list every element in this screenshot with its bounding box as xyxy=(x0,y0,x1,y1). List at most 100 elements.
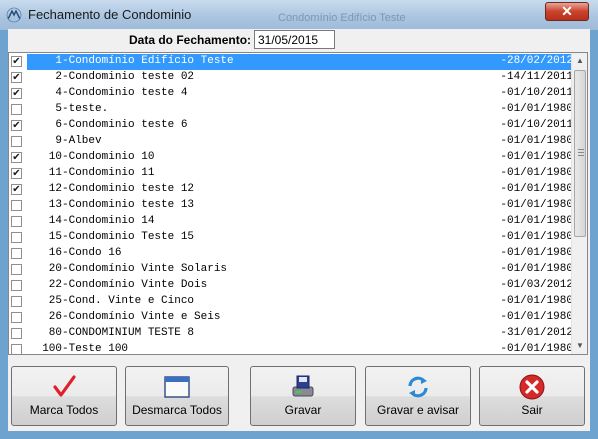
app-window: Fechamento de Condominio Condomínio Edif… xyxy=(0,0,598,439)
last-closing-date: -01/03/2012 xyxy=(500,279,573,291)
scroll-thumb[interactable] xyxy=(574,70,586,237)
save-and-notify-label: Gravar e avisar xyxy=(376,403,460,417)
last-closing-date: -01/01/1980 xyxy=(500,167,573,179)
list-item[interactable]: 9-Albev -01/01/1980 xyxy=(9,134,573,150)
mark-all-label: Marca Todos xyxy=(29,403,99,417)
row-checkbox[interactable] xyxy=(11,136,22,147)
condominium-name: 100-Teste 100 xyxy=(29,343,129,355)
condominium-name: 25-Cond. Vinte e Cinco xyxy=(29,295,195,307)
condominium-name: 4-Condominio teste 4 xyxy=(29,87,188,99)
exit-label: Sair xyxy=(521,403,543,417)
row-checkbox[interactable] xyxy=(11,312,22,323)
last-closing-date: -01/01/1980 xyxy=(500,183,573,195)
list-item[interactable]: ✔ 1-Condomínio Edifício Teste -28/02/2012 xyxy=(9,54,573,70)
list-item[interactable]: 20-Condomínio Vinte Solaris -01/01/1980 xyxy=(9,262,573,278)
condominium-name: 12-Condominio teste 12 xyxy=(29,183,195,195)
row-checkbox[interactable] xyxy=(11,296,22,307)
condominium-name: 22-Condomínio Vinte Dois xyxy=(29,279,208,291)
last-closing-date: -01/01/1980 xyxy=(500,343,573,355)
last-closing-date: -01/01/1980 xyxy=(500,295,573,307)
condominium-name: 2-Condominio teste 02 xyxy=(29,71,195,83)
condominium-name: 10-Condominio 10 xyxy=(29,151,155,163)
last-closing-date: -01/01/1980 xyxy=(500,103,573,115)
title-bar[interactable]: Fechamento de Condominio Condomínio Edif… xyxy=(0,0,598,30)
list-item[interactable]: 25-Cond. Vinte e Cinco -01/01/1980 xyxy=(9,294,573,310)
row-checkbox[interactable]: ✔ xyxy=(11,168,22,179)
unmark-all-button[interactable]: Desmarca Todos xyxy=(125,366,229,426)
condominium-name: 15-Condominio Teste 15 xyxy=(29,231,195,243)
closing-date-input[interactable] xyxy=(254,30,335,49)
window-title: Fechamento de Condominio xyxy=(28,7,192,22)
condominium-name: 11-Condominio 11 xyxy=(29,167,155,179)
row-checkbox[interactable]: ✔ xyxy=(11,152,22,163)
unmark-all-label: Desmarca Todos xyxy=(132,403,222,417)
row-checkbox[interactable] xyxy=(11,248,22,259)
row-checkbox[interactable]: ✔ xyxy=(11,120,22,131)
list-item[interactable]: 100-Teste 100 -01/01/1980 xyxy=(9,342,573,355)
list-item[interactable]: 14-Condominio 14 -01/01/1980 xyxy=(9,214,573,230)
last-closing-date: -01/01/1980 xyxy=(500,311,573,323)
save-label: Gravar xyxy=(284,403,322,417)
last-closing-date: -01/01/1980 xyxy=(500,151,573,163)
save-button[interactable]: Gravar xyxy=(250,366,356,426)
row-checkbox[interactable] xyxy=(11,200,22,211)
condominium-name: 20-Condomínio Vinte Solaris xyxy=(29,263,228,275)
last-closing-date: -01/01/1980 xyxy=(500,263,573,275)
list-item[interactable]: ✔ 12-Condominio teste 12 -01/01/1980 xyxy=(9,182,573,198)
save-and-notify-button[interactable]: Gravar e avisar xyxy=(365,366,471,426)
list-item[interactable]: 80-CONDOMINIUM TESTE 8 -31/01/2012 xyxy=(9,326,573,342)
condominium-name: 6-Condominio teste 6 xyxy=(29,119,188,131)
list-item[interactable]: 26-Condomínio Vinte e Seis -01/01/1980 xyxy=(9,310,573,326)
condominium-checklist[interactable]: ✔ 1-Condomínio Edifício Teste -28/02/2012… xyxy=(8,52,588,355)
exit-icon xyxy=(519,374,545,400)
last-closing-date: -31/01/2012 xyxy=(500,327,573,339)
condominium-name: 26-Condomínio Vinte e Seis xyxy=(29,311,221,323)
grip-icon xyxy=(578,149,584,156)
last-closing-date: -01/01/1980 xyxy=(500,135,573,147)
row-checkbox[interactable] xyxy=(11,104,22,115)
last-closing-date: -01/01/1980 xyxy=(500,215,573,227)
scroll-up-icon[interactable]: ▲ xyxy=(572,53,587,69)
date-label: Data do Fechamento: xyxy=(129,33,252,47)
dialog-body: Data do Fechamento: ✔ 1-Condomínio Edifí… xyxy=(8,29,590,431)
app-icon xyxy=(6,7,22,23)
save-disk-icon xyxy=(292,375,314,397)
last-closing-date: -01/01/1980 xyxy=(500,231,573,243)
checkmark-icon xyxy=(53,375,76,397)
close-icon: ✕ xyxy=(561,3,573,19)
row-checkbox[interactable]: ✔ xyxy=(11,72,22,83)
condominium-name: 14-Condominio 14 xyxy=(29,215,155,227)
list-item[interactable]: 22-Condomínio Vinte Dois -01/03/2012 xyxy=(9,278,573,294)
row-checkbox[interactable] xyxy=(11,280,22,291)
list-item[interactable]: ✔ 11-Condominio 11 -01/01/1980 xyxy=(9,166,573,182)
exit-button[interactable]: Sair xyxy=(479,366,585,426)
scroll-down-icon[interactable]: ▼ xyxy=(572,338,587,354)
list-item[interactable]: 16-Condo 16 -01/01/1980 xyxy=(9,246,573,262)
row-checkbox[interactable] xyxy=(11,232,22,243)
last-closing-date: -01/10/2011 xyxy=(500,87,573,99)
mark-all-button[interactable]: Marca Todos xyxy=(11,366,117,426)
background-window-title: Condomínio Edifício Teste xyxy=(278,12,406,24)
vertical-scrollbar[interactable]: ▲ ▼ xyxy=(571,53,587,354)
condominium-name: 5-teste. xyxy=(29,103,109,115)
list-item[interactable]: 5-teste. -01/01/1980 xyxy=(9,102,573,118)
row-checkbox[interactable]: ✔ xyxy=(11,88,22,99)
condominium-name: 1-Condomínio Edifício Teste xyxy=(29,55,234,67)
list-item[interactable]: ✔ 10-Condominio 10 -01/01/1980 xyxy=(9,150,573,166)
close-button[interactable]: ✕ xyxy=(545,2,589,21)
row-checkbox[interactable] xyxy=(11,344,22,354)
list-item[interactable]: 15-Condominio Teste 15 -01/01/1980 xyxy=(9,230,573,246)
list-item[interactable]: ✔ 4-Condominio teste 4 -01/10/2011 xyxy=(9,86,573,102)
list-item[interactable]: ✔ 6-Condominio teste 6 -01/10/2011 xyxy=(9,118,573,134)
row-checkbox[interactable]: ✔ xyxy=(11,56,22,67)
list-item[interactable]: ✔ 2-Condominio teste 02 -14/11/2011 xyxy=(9,70,573,86)
condominium-name: 9-Albev xyxy=(29,135,102,147)
last-closing-date: -01/01/1980 xyxy=(500,247,573,259)
row-checkbox[interactable] xyxy=(11,264,22,275)
row-checkbox[interactable] xyxy=(11,216,22,227)
row-checkbox[interactable] xyxy=(11,328,22,339)
condominium-name: 80-CONDOMINIUM TESTE 8 xyxy=(29,327,195,339)
row-checkbox[interactable]: ✔ xyxy=(11,184,22,195)
last-closing-date: -14/11/2011 xyxy=(500,71,573,83)
list-item[interactable]: 13-Condominio teste 13 -01/01/1980 xyxy=(9,198,573,214)
